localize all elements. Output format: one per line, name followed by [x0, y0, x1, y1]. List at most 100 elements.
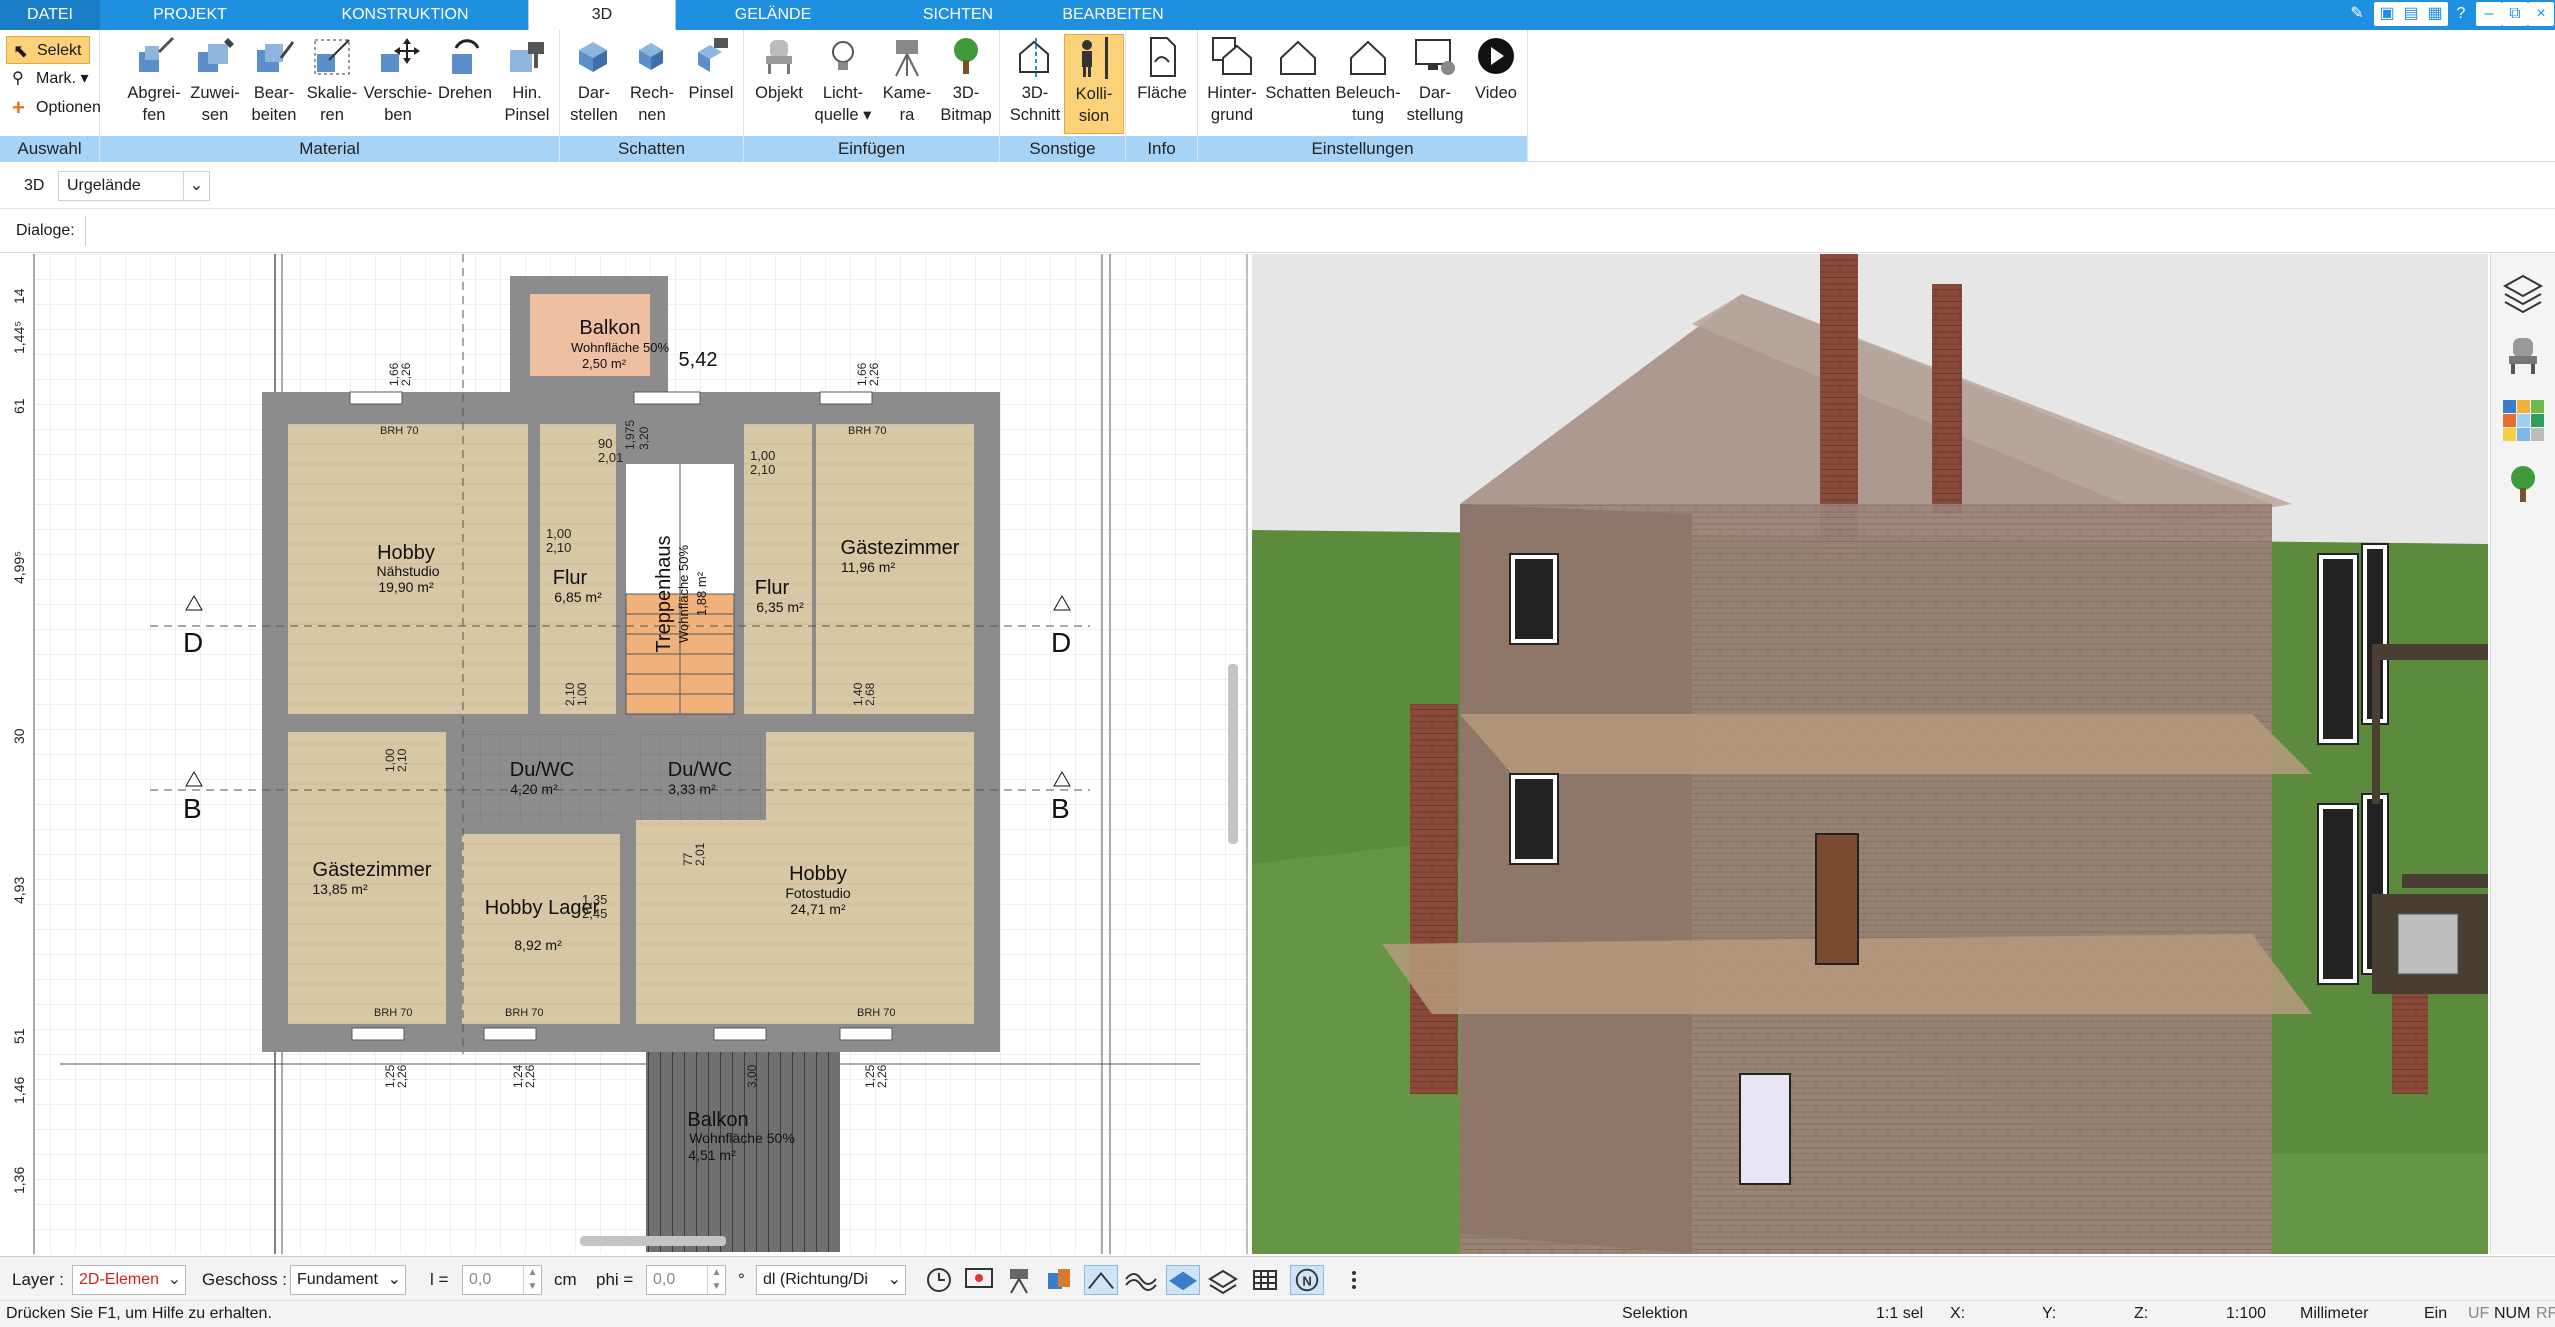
group-label-info: Info — [1126, 136, 1197, 162]
svg-text:B: B — [183, 793, 202, 824]
grid-icon[interactable] — [1248, 1265, 1282, 1295]
svg-text:5,42: 5,42 — [679, 349, 718, 371]
tool-skalieren[interactable]: Skalie-ren — [300, 34, 364, 134]
terrain-icon[interactable] — [1124, 1265, 1158, 1295]
stepper-icon[interactable]: ▲ ▼ — [707, 1266, 725, 1294]
mark-icon: ⚲ — [12, 70, 24, 87]
tool-rechnen[interactable]: Rech-nen — [622, 34, 682, 134]
tools-icon[interactable]: ✎ — [2344, 2, 2370, 26]
svg-text:BRH 70: BRH 70 — [380, 425, 419, 437]
direction-select[interactable]: dl (Richtung/Di ⌄ — [756, 1265, 906, 1295]
tool-pinsel[interactable]: Pinsel — [680, 34, 742, 134]
north-icon[interactable]: N — [1290, 1265, 1324, 1295]
tool-kamera[interactable]: Kame-ra — [876, 34, 938, 134]
rotate-icon — [452, 39, 480, 74]
chevron-down-icon: ⌄ — [183, 172, 209, 200]
plane-icon[interactable] — [1166, 1265, 1200, 1295]
status-num: NUM — [2494, 1305, 2531, 1322]
horizontal-scrollbar[interactable] — [580, 1236, 726, 1246]
house-light-icon — [1350, 40, 1386, 75]
tool-beleuchtung[interactable]: Beleuch-tung — [1332, 34, 1404, 134]
terrain-select[interactable]: Urgelände ⌄ — [58, 171, 210, 201]
tool-zuweisen[interactable]: Zuwei-sen — [184, 34, 246, 134]
room-hobby-lager[interactable] — [462, 834, 620, 1024]
phi-label: phi = — [596, 1270, 634, 1289]
terrain-select-value: Urgelände — [67, 177, 141, 194]
tool-3d-bitmap[interactable]: 3D- Bitmap — [934, 34, 998, 134]
status-x: X: — [1950, 1305, 1966, 1322]
svg-text:2,26: 2,26 — [395, 1064, 409, 1088]
svg-text:Gästezimmer: Gästezimmer — [313, 859, 432, 881]
options-tool[interactable]: + Optionen — [6, 94, 101, 122]
tool-schatten[interactable]: Schatten — [1262, 34, 1334, 134]
collision-icon — [1082, 37, 1108, 79]
svg-text:2,10: 2,10 — [546, 540, 571, 555]
tool-darstellen[interactable]: Dar-stellen — [562, 34, 626, 134]
furniture-icon[interactable] — [2501, 334, 2545, 378]
svg-text:3,20: 3,20 — [637, 426, 651, 450]
3d-house-render — [1252, 254, 2488, 1254]
tool-bearbeiten[interactable]: Bear-beiten — [244, 34, 304, 134]
layer-select-value: 2D-Elemen — [79, 1271, 160, 1288]
tool-hintergrund[interactable]: Hinter-grund — [1200, 34, 1264, 134]
svg-text:Wohnfläche 50%: Wohnfläche 50% — [571, 340, 669, 355]
svg-text:6,85 m²: 6,85 m² — [554, 589, 602, 605]
camera-icon[interactable] — [1002, 1265, 1036, 1295]
window-icon-1[interactable]: ▣ — [2374, 2, 2400, 26]
dialogs-label[interactable]: Dialoge: — [6, 216, 86, 246]
tool-3d-schnitt[interactable]: 3D- Schnitt — [1004, 34, 1066, 134]
clock-icon[interactable] — [922, 1265, 956, 1295]
tool-flaeche[interactable]: Fläche — [1130, 34, 1194, 134]
tab-gelaende[interactable]: GELÄNDE — [700, 0, 846, 30]
layers-icon[interactable] — [2501, 270, 2545, 314]
tool-drehen[interactable]: Drehen — [434, 34, 496, 134]
window-icon-2[interactable]: ▤ — [2398, 2, 2424, 26]
close-icon[interactable]: × — [2528, 2, 2554, 26]
tool-lichtquelle[interactable]: Licht-quelle ▾ — [808, 34, 878, 134]
mark-label: Mark. — [36, 70, 76, 87]
more-icon[interactable] — [1344, 1265, 1364, 1295]
lightbulb-icon — [832, 41, 854, 70]
tab-bearbeiten[interactable]: BEARBEITEN — [1050, 0, 1176, 30]
tool-objekt[interactable]: Objekt — [748, 34, 810, 134]
length-input[interactable]: 0,0 ▲ ▼ — [462, 1265, 542, 1295]
help-icon[interactable]: ? — [2448, 2, 2474, 26]
plants-icon[interactable] — [2501, 462, 2545, 506]
tool-video[interactable]: Video — [1466, 34, 1526, 134]
tool-verschieben[interactable]: Verschie-ben — [360, 34, 436, 134]
floor-plan-2d-view[interactable]: 14 1,44⁵ 61 4,99⁵ 30 4,93 51 1,46 1,36 D… — [0, 254, 1248, 1254]
tab-3d[interactable]: 3D — [528, 0, 676, 30]
layers-icon[interactable] — [1206, 1265, 1240, 1295]
svg-text:2,26: 2,26 — [875, 1064, 889, 1088]
window-icon-3[interactable]: ▦ — [2422, 2, 2448, 26]
mark-tool[interactable]: ⚲ Mark. ▾ — [6, 65, 96, 93]
minimize-icon[interactable]: – — [2476, 2, 2502, 26]
phi-input[interactable]: 0,0 ▲ ▼ — [646, 1265, 726, 1295]
3d-view[interactable] — [1252, 254, 2488, 1254]
tool-hin-pinsel[interactable]: Hin. Pinsel — [496, 34, 558, 134]
tool-abgreifen[interactable]: Abgrei-fen — [122, 34, 186, 134]
floor-select[interactable]: Fundament ⌄ — [290, 1265, 406, 1295]
group-label-schatten: Schatten — [560, 136, 743, 162]
tool-kollision[interactable]: Kolli-sion — [1064, 34, 1124, 134]
room-balkon-bottom[interactable] — [646, 1052, 840, 1252]
monitor-settings-icon — [1415, 39, 1455, 75]
svg-text:90: 90 — [598, 436, 612, 451]
select-tool[interactable]: ⬉ Selekt — [6, 36, 90, 64]
objects-icon[interactable] — [1042, 1265, 1076, 1295]
tab-datei[interactable]: DATEI — [0, 0, 100, 30]
tab-sichten[interactable]: SICHTEN — [880, 0, 1036, 30]
layer-select[interactable]: 2D-Elemen ⌄ — [72, 1265, 186, 1295]
properties-bar: Layer : 2D-Elemen ⌄ Geschoss : Fundament ⌄… — [0, 1256, 2555, 1300]
stepper-icon[interactable]: ▲ ▼ — [523, 1266, 541, 1294]
tab-konstruktion[interactable]: KONSTRUKTION — [320, 0, 490, 30]
roof-view-icon[interactable] — [1084, 1265, 1118, 1295]
tool-darstellung[interactable]: Dar-stellung — [1402, 34, 1468, 134]
screen-icon[interactable] — [962, 1265, 996, 1295]
restore-icon[interactable]: ⧉ — [2502, 2, 2528, 26]
view-bar: 3D Urgelände ⌄ — [0, 165, 2555, 209]
materials-icon[interactable] — [2501, 398, 2545, 442]
vertical-scrollbar[interactable] — [1228, 664, 1238, 844]
svg-text:2,26: 2,26 — [867, 362, 881, 386]
tab-projekt[interactable]: PROJEKT — [120, 0, 260, 30]
